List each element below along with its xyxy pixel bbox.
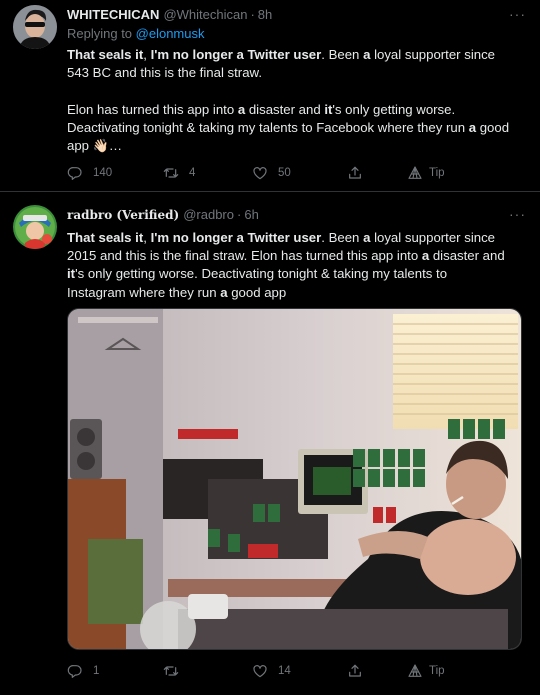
retweet-button[interactable]: 4 — [163, 163, 195, 183]
tip-icon — [407, 165, 423, 181]
tweet-text: That seals it, I'm no longer a Twitter u… — [67, 46, 526, 155]
like-count: 50 — [278, 167, 291, 179]
text-segment: , — [143, 47, 151, 62]
tweet-actions: 140 4 50 Tip — [67, 163, 467, 183]
bold-text-segment: I'm no longer a Twitter user — [150, 47, 322, 62]
share-button[interactable] — [347, 163, 363, 183]
bold-text-segment: That seals it — [67, 47, 144, 62]
heart-icon — [252, 663, 268, 679]
reply-count: 140 — [93, 167, 113, 179]
reply-count: 1 — [93, 665, 100, 677]
avatar[interactable] — [13, 5, 57, 49]
handle[interactable]: @radbro — [183, 207, 234, 223]
tweet-header: radbro (Verified) @radbro · 6h — [67, 207, 526, 223]
text-segment: good app — [227, 284, 287, 300]
bold-text-segment: That seals it — [67, 230, 144, 245]
tweet-text-content: That seals it, I'm no longer a Twitter u… — [67, 47, 509, 153]
tweet-photo[interactable] — [67, 308, 522, 650]
tip-icon — [407, 663, 423, 679]
more-dots-icon[interactable]: ··· — [509, 7, 526, 21]
tip-label: Tip — [429, 167, 445, 179]
photo-image — [68, 309, 521, 649]
tip-button[interactable]: Tip — [407, 661, 445, 681]
text-segment: disaster and — [245, 101, 325, 117]
tweet-header: WHITECHICAN @Whitechican · 8h — [67, 7, 526, 23]
share-button[interactable] — [347, 661, 363, 681]
more-dots-icon[interactable]: ··· — [509, 207, 526, 221]
replying-to-label: Replying to — [67, 26, 136, 41]
mention-link[interactable]: @elonmusk — [136, 26, 205, 41]
bold-text-segment: a — [468, 119, 477, 135]
reply-button[interactable]: 140 — [67, 163, 112, 183]
share-icon — [347, 663, 363, 679]
text-segment: . Been — [321, 47, 364, 62]
like-button[interactable]: 50 — [252, 163, 291, 183]
bold-text-segment: a — [220, 284, 228, 300]
timestamp[interactable]: 6h — [244, 207, 258, 223]
timestamp[interactable]: 8h — [258, 7, 272, 23]
ellipsis: … — [108, 138, 123, 154]
tweet[interactable]: WHITECHICAN @Whitechican · 8h ··· Replyi… — [0, 0, 540, 192]
tweet-actions: 1 14 Tip — [67, 661, 467, 681]
text-segment: . Been — [321, 230, 364, 245]
reply-icon — [67, 165, 83, 181]
separator-dot: · — [250, 7, 255, 22]
heart-icon — [252, 165, 268, 181]
text-segment: , — [143, 230, 151, 245]
tweet-text-content: That seals it, I'm no longer a Twitter u… — [67, 230, 505, 300]
avatar[interactable] — [13, 205, 57, 249]
like-count: 14 — [278, 665, 291, 677]
waving-hand-emoji: 👋🏻 — [92, 138, 109, 154]
replying-to: Replying to @elonmusk — [67, 26, 526, 42]
retweet-icon — [163, 663, 179, 679]
tip-button[interactable]: Tip — [407, 163, 445, 183]
retweet-button[interactable] — [163, 661, 189, 681]
handle[interactable]: @Whitechican — [163, 7, 247, 23]
like-button[interactable]: 14 — [252, 661, 291, 681]
display-name[interactable]: WHITECHICAN — [67, 7, 159, 23]
reply-icon — [67, 663, 83, 679]
text-segment: disaster and — [432, 248, 505, 264]
separator-dot: · — [237, 207, 242, 222]
display-name[interactable]: radbro (Verified) — [67, 207, 179, 223]
reply-button[interactable]: 1 — [67, 661, 99, 681]
bold-text-segment: I'm no longer a Twitter user — [150, 230, 322, 245]
tip-label: Tip — [429, 665, 445, 677]
tweet-text: That seals it, I'm no longer a Twitter u… — [67, 229, 526, 302]
retweet-icon — [163, 165, 179, 181]
retweet-count: 4 — [189, 167, 196, 179]
tweet[interactable]: radbro (Verified) @radbro · 6h ··· That … — [0, 193, 540, 695]
share-icon — [347, 165, 363, 181]
bold-text-segment: it — [67, 266, 76, 282]
